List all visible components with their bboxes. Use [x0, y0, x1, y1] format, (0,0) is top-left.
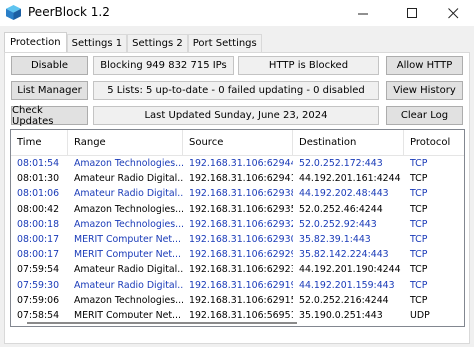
cell-range: MERIT Computer Net... [74, 249, 181, 261]
title-bar: PeerBlock 1.2 [0, 0, 474, 26]
horizontal-scrollbar[interactable] [11, 318, 464, 326]
cell-source: 192.168.31.106:62923 [189, 264, 293, 276]
http-status: HTTP is Blocked [238, 56, 379, 75]
cell-source: 192.168.31.106:62929 [189, 249, 293, 261]
disable-button[interactable]: Disable [11, 56, 88, 75]
cell-time: 08:00:18 [17, 218, 60, 230]
table-row[interactable]: 07:59:30 Amateur Radio Digital... 192.168.… [11, 278, 464, 293]
cell-protocol: TCP [410, 203, 428, 215]
cell-time: 08:01:06 [17, 188, 60, 200]
log-rows: 08:01:54 Amazon Technologies... 192.168.31… [11, 156, 464, 323]
cell-source: 192.168.31.106:62930 [189, 233, 293, 245]
maximize-icon [406, 7, 417, 18]
table-row[interactable]: 08:00:18 Amazon Technologies... 192.168.31… [11, 217, 464, 232]
cell-destination: 44.192.201.190:4244 [299, 264, 401, 276]
cell-destination: 44.192.201.159:443 [299, 279, 395, 291]
tab-settings-2[interactable]: Settings 2 [127, 34, 188, 52]
table-row[interactable]: 08:00:42 Amazon Technologies... 192.168.31… [11, 202, 464, 217]
cell-source: 192.168.31.106:62944 [189, 158, 293, 169]
cell-protocol: TCP [410, 279, 428, 291]
view-history-button[interactable]: View History [386, 81, 463, 100]
cell-range: Amazon Technologies... [74, 158, 183, 169]
minimize-button[interactable] [342, 0, 384, 26]
table-row[interactable]: 08:01:54 Amazon Technologies... 192.168.31… [11, 156, 464, 171]
cell-destination: 35.82.142.224:443 [299, 249, 389, 261]
cell-protocol: TCP [410, 249, 428, 261]
cell-protocol: TCP [410, 158, 428, 169]
cell-destination: 44.192.202.48:443 [299, 188, 389, 200]
last-updated: Last Updated Sunday, June 23, 2024 [93, 106, 379, 125]
list-manager-button[interactable]: List Manager [11, 81, 88, 100]
table-row[interactable]: 08:01:06 Amateur Radio Digital... 192.168.… [11, 186, 464, 201]
column-header-range[interactable]: Range [68, 130, 183, 156]
cell-protocol: TCP [410, 264, 428, 276]
column-header-source[interactable]: Source [183, 130, 293, 156]
table-row[interactable]: 07:59:06 Amazon Technologies... 192.168.31… [11, 293, 464, 308]
cell-time: 08:00:42 [17, 203, 60, 215]
cell-range: Amateur Radio Digital... [74, 188, 183, 200]
table-row[interactable]: 08:00:17 MERIT Computer Net... 192.168.31.… [11, 232, 464, 247]
lists-status: 5 Lists: 5 up-to-date - 0 failed updatin… [93, 81, 379, 100]
window-title: PeerBlock 1.2 [28, 5, 110, 19]
cell-protocol: TCP [410, 233, 428, 245]
cell-destination: 52.0.252.216:4244 [299, 294, 389, 306]
cell-source: 192.168.31.106:62932 [189, 218, 293, 230]
cell-destination: 35.82.39.1:443 [299, 233, 371, 245]
blocking-count: Blocking 949 832 715 IPs [93, 56, 234, 75]
close-icon [447, 7, 458, 18]
cell-protocol: TCP [410, 188, 428, 200]
close-button[interactable] [432, 0, 474, 26]
cell-range: Amazon Technologies... [74, 218, 183, 230]
cell-protocol: TCP [410, 173, 428, 185]
cell-source: 192.168.31.106:62938 [189, 188, 293, 200]
cell-range: Amazon Technologies... [74, 294, 183, 306]
cell-destination: 44.192.201.161:4244 [299, 173, 401, 185]
maximize-button[interactable] [391, 0, 433, 26]
cell-time: 07:59:06 [17, 294, 60, 306]
cell-protocol: TCP [410, 294, 428, 306]
cell-time: 08:01:54 [17, 158, 60, 169]
column-header-protocol[interactable]: Protocol [404, 130, 464, 156]
table-row[interactable]: 08:01:30 Amateur Radio Digital... 192.168.… [11, 171, 464, 186]
cell-time: 08:00:17 [17, 233, 60, 245]
cell-range: Amateur Radio Digital... [74, 279, 183, 291]
allow-http-button[interactable]: Allow HTTP [386, 56, 463, 75]
cell-protocol: TCP [410, 218, 428, 230]
cell-time: 07:59:30 [17, 279, 60, 291]
column-header-time[interactable]: Time [11, 130, 68, 156]
tab-port-settings[interactable]: Port Settings [187, 34, 262, 52]
log-header: Time Range Source Destination Protocol [11, 130, 464, 156]
cell-range: Amazon Technologies... [74, 203, 183, 215]
cell-destination: 52.0.252.92:443 [299, 218, 377, 230]
column-header-destination[interactable]: Destination [293, 130, 404, 156]
cell-source: 192.168.31.106:62915 [189, 294, 293, 306]
cell-range: Amateur Radio Digital... [74, 173, 183, 185]
minimize-icon [357, 13, 368, 14]
connection-log[interactable]: Time Range Source Destination Protocol 0… [10, 129, 465, 327]
cell-source: 192.168.31.106:62919 [189, 279, 293, 291]
cell-range: Amateur Radio Digital... [74, 264, 183, 276]
cell-range: MERIT Computer Net... [74, 233, 181, 245]
cell-source: 192.168.31.106:62935 [189, 203, 293, 215]
tab-settings-1[interactable]: Settings 1 [66, 34, 128, 52]
scrollbar-thumb[interactable] [27, 322, 297, 324]
table-row[interactable]: 07:59:54 Amateur Radio Digital... 192.168.… [11, 262, 464, 277]
cell-source: 192.168.31.106:62941 [189, 173, 293, 185]
tab-strip: Protection Settings 1 Settings 2 Port Se… [4, 32, 262, 52]
cell-destination: 52.0.252.46:4244 [299, 203, 383, 215]
cell-destination: 52.0.252.172:443 [299, 158, 383, 169]
cell-time: 08:01:30 [17, 173, 60, 185]
cell-time: 07:59:54 [17, 264, 60, 276]
cell-time: 08:00:17 [17, 249, 60, 261]
tab-protection[interactable]: Protection [4, 32, 67, 52]
table-row[interactable]: 08:00:17 MERIT Computer Net... 192.168.31.… [11, 247, 464, 262]
peerblock-cube-icon [6, 5, 21, 20]
clear-log-button[interactable]: Clear Log [386, 106, 463, 125]
check-updates-button[interactable]: Check Updates [11, 105, 88, 127]
